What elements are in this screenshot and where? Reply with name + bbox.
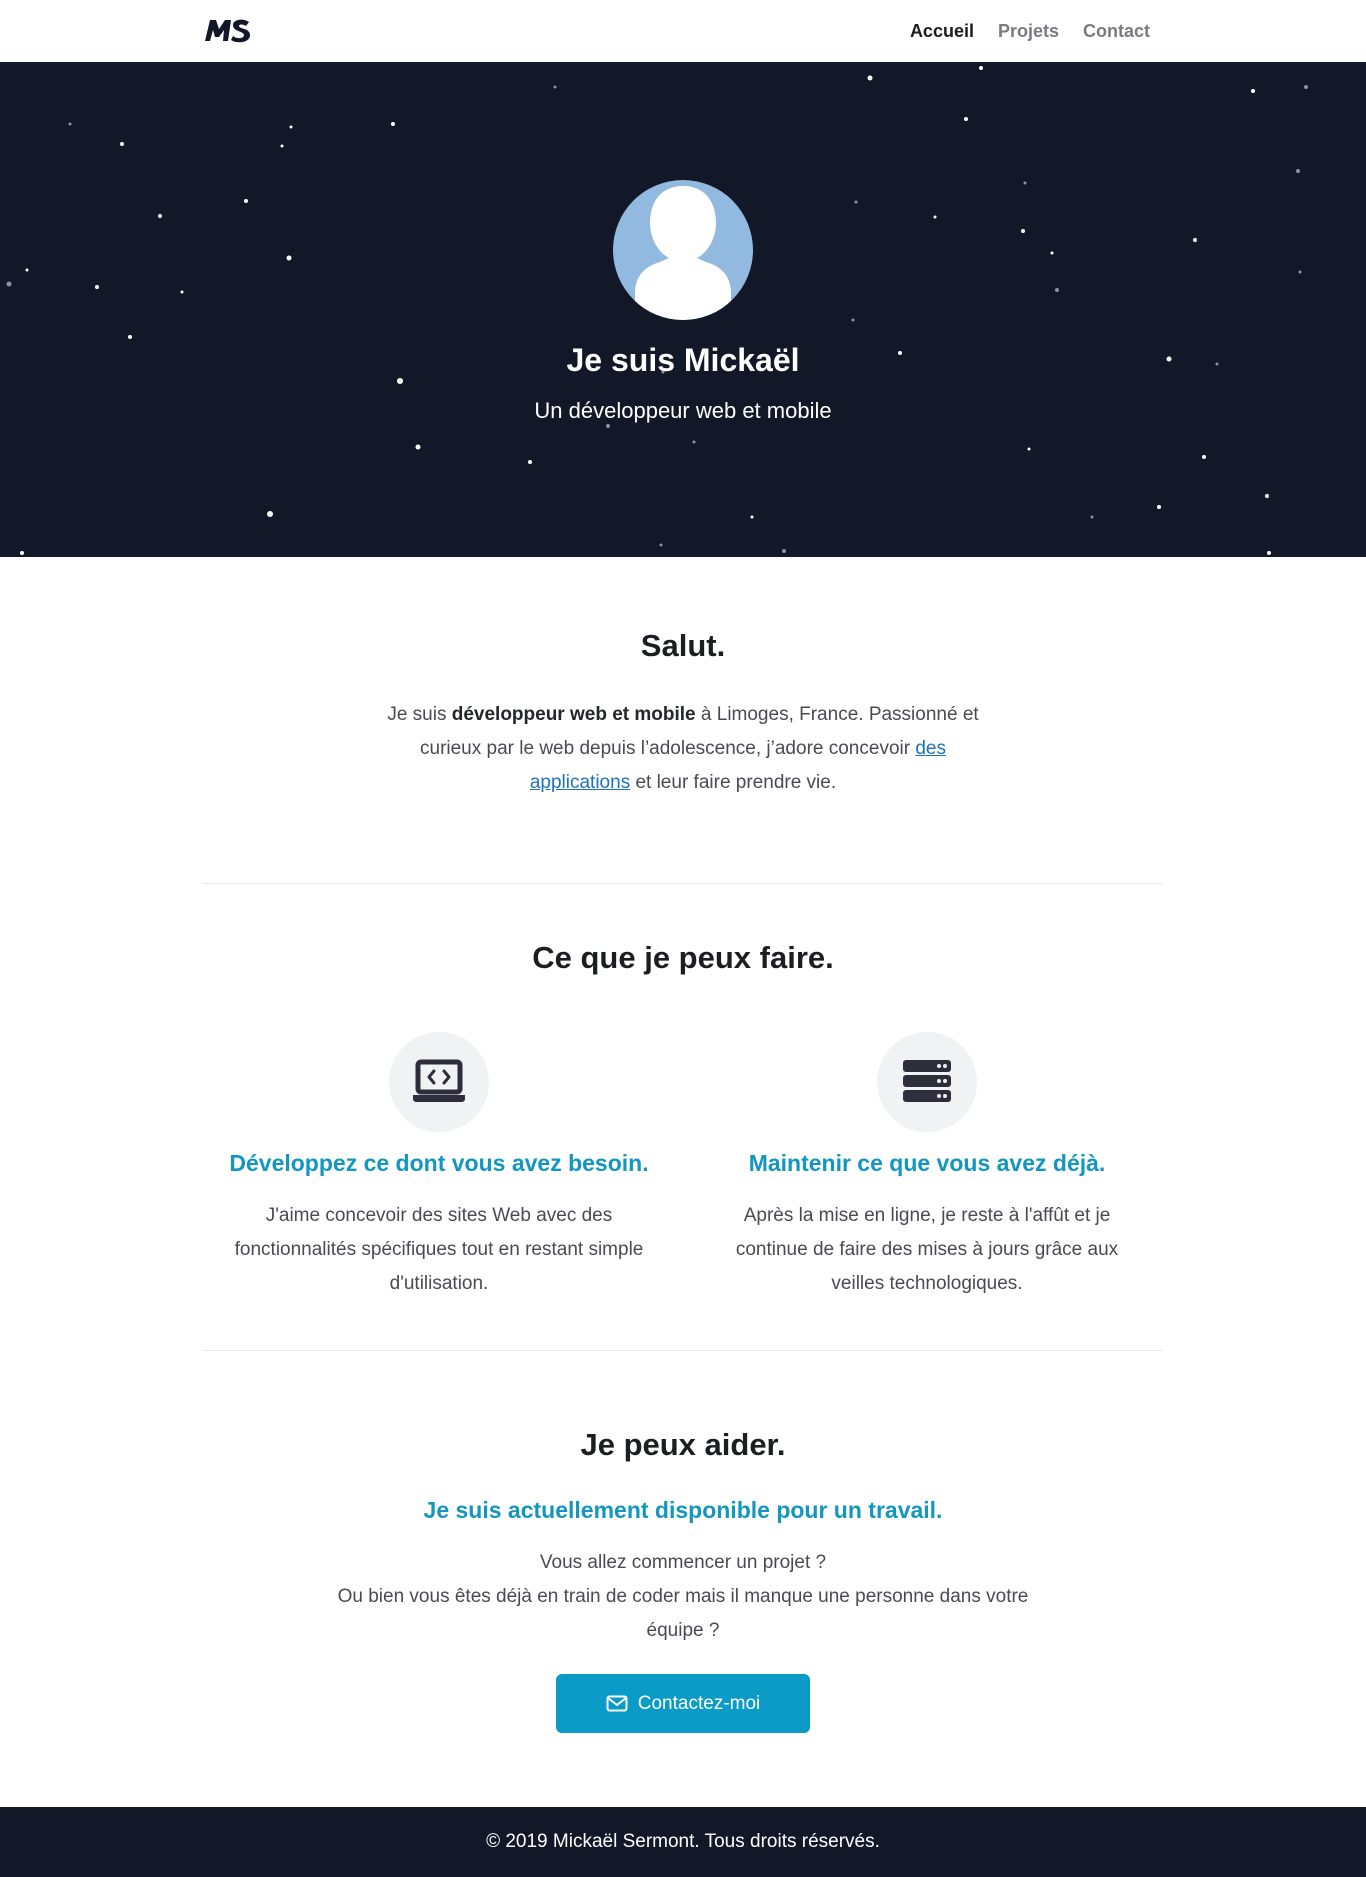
about-text-bold: développeur web et mobile bbox=[451, 704, 696, 725]
envelope-icon bbox=[606, 1695, 628, 1712]
hero-title: Je suis Mickaël bbox=[566, 342, 800, 378]
hero-subtitle: Un développeur web et mobile bbox=[534, 398, 832, 423]
footer-copyright: © 2019 Mickaël Sermont. Tous droits rése… bbox=[486, 1831, 880, 1852]
nav-link-projets[interactable]: Projets bbox=[998, 21, 1059, 42]
user-silhouette-icon bbox=[635, 186, 731, 320]
server-icon bbox=[903, 1060, 951, 1102]
service-title-maintain: Maintenir ce que vous avez déjà. bbox=[748, 1150, 1106, 1176]
service-icon-maintain bbox=[877, 1032, 977, 1132]
about-text: Je suis développeur web et mobile à Limo… bbox=[373, 698, 993, 800]
hero-section: Je suis Mickaël Un développeur web et mo… bbox=[0, 62, 1366, 557]
laptop-code-icon bbox=[413, 1059, 465, 1102]
cta-title: Je peux aider. bbox=[580, 1427, 786, 1462]
service-text-maintain: Après la mise en ligne, je reste à l'aff… bbox=[735, 1205, 1119, 1294]
contact-button-label: Contactez-moi bbox=[637, 1692, 761, 1714]
section-divider bbox=[203, 1350, 1163, 1351]
about-text-start: Je suis bbox=[387, 704, 452, 725]
services-title: Ce que je peux faire. bbox=[532, 940, 834, 975]
contact-button[interactable]: Contactez-moi bbox=[556, 1674, 810, 1733]
footer: © 2019 Mickaël Sermont. Tous droits rése… bbox=[0, 1807, 1366, 1877]
main-nav: Accueil Projets Contact bbox=[910, 0, 1150, 62]
cta-text: Vous allez commencer un projet ? Ou bien… bbox=[333, 1546, 1033, 1648]
nav-link-accueil[interactable]: Accueil bbox=[910, 21, 974, 42]
service-title-develop: Développez ce dont vous avez besoin. bbox=[229, 1150, 649, 1176]
navbar: Accueil Projets Contact bbox=[0, 0, 1366, 62]
avatar bbox=[613, 180, 753, 320]
ms-logo-icon bbox=[205, 19, 250, 43]
logo[interactable] bbox=[203, 14, 255, 46]
cta-line-2: Ou bien vous êtes déjà en train de coder… bbox=[337, 1586, 1029, 1641]
service-text-develop: J'aime concevoir des sites Web avec des … bbox=[234, 1205, 644, 1294]
section-divider bbox=[203, 883, 1163, 884]
cta-line-1: Vous allez commencer un projet ? bbox=[539, 1552, 827, 1573]
cta-lead: Je suis actuellement disponible pour un … bbox=[423, 1497, 943, 1523]
service-icon-develop bbox=[389, 1032, 489, 1132]
about-title: Salut. bbox=[640, 628, 726, 663]
nav-link-contact[interactable]: Contact bbox=[1083, 21, 1150, 42]
about-text-end: et leur faire prendre vie. bbox=[630, 772, 837, 793]
